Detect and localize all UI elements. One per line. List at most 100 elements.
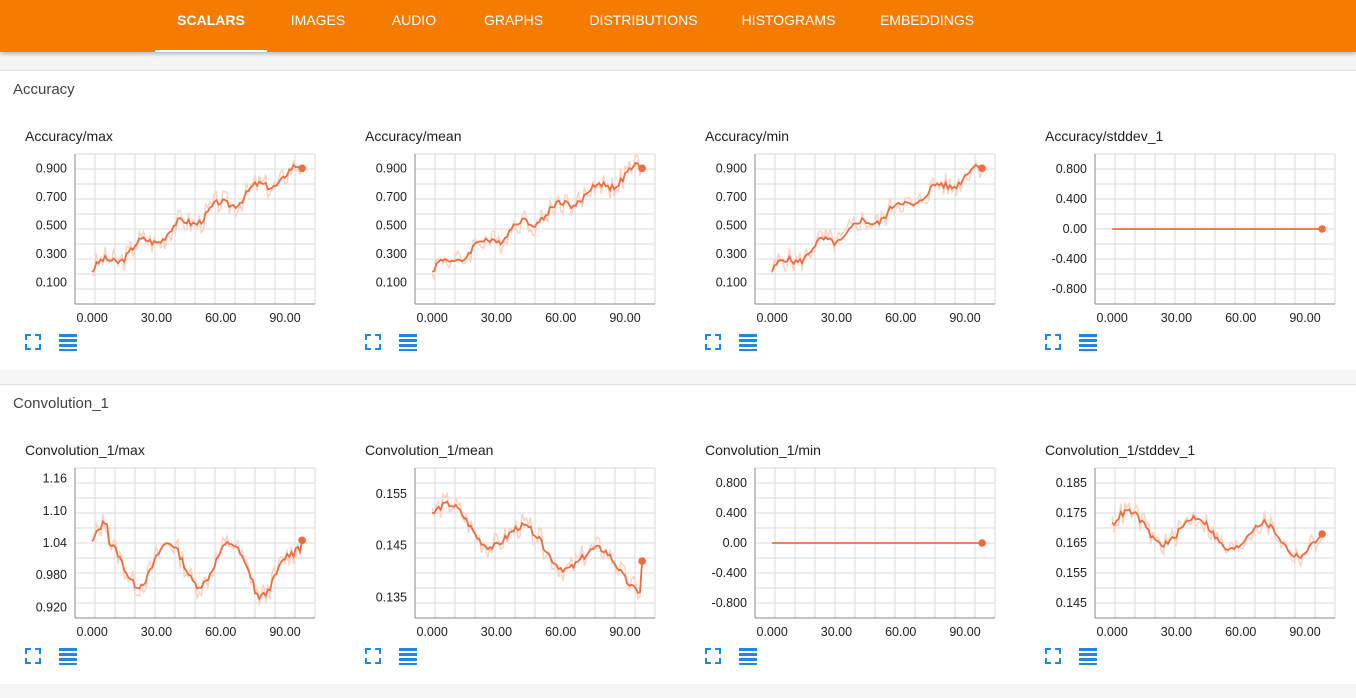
last-point-marker (978, 164, 986, 173)
y-tick-label: -0.800 (712, 596, 747, 610)
tab-images[interactable]: IMAGES (268, 0, 368, 52)
fullscreen-icon[interactable] (1043, 332, 1063, 352)
x-tick-label: 30.00 (141, 625, 172, 639)
list-icon[interactable] (737, 332, 759, 352)
list-icon[interactable] (57, 332, 79, 352)
y-tick-label: 1.10 (43, 504, 67, 518)
x-tick-label: 90.00 (949, 311, 980, 325)
x-tick-label: 0.000 (417, 311, 448, 325)
fullscreen-icon[interactable] (23, 332, 43, 352)
list-icon[interactable] (1077, 332, 1099, 352)
list-icon[interactable] (737, 646, 759, 666)
tab-active-indicator (155, 50, 267, 52)
y-tick-label: 0.100 (36, 276, 67, 290)
y-tick-label: 0.155 (376, 487, 407, 501)
x-tick-label: 90.00 (609, 625, 640, 639)
x-tick-label: 30.00 (481, 311, 512, 325)
scalar-chart[interactable]: 0.155 0.145 0.135 0.000 30.00 60.00 90.00 (340, 460, 670, 650)
y-tick-label: 0.300 (376, 247, 407, 261)
fullscreen-icon[interactable] (1043, 646, 1063, 666)
last-point-marker (638, 557, 646, 565)
chart-title: Convolution_1/mean (365, 442, 494, 458)
series-line-smoothed (91, 163, 303, 273)
x-tick-label: 60.00 (885, 625, 916, 639)
chart-card: Convolution_1/stddev_1 0.185 0.175 0.165 0.1… (1020, 422, 1350, 672)
x-tick-label: 60.00 (545, 311, 576, 325)
x-tick-label: 30.00 (141, 311, 172, 325)
tab-label: SCALARS (177, 12, 245, 28)
scalar-chart[interactable]: 0.900 0.700 0.500 0.300 0.100 0.000 30.00 60.00… (0, 146, 330, 336)
y-tick-label: 0.00 (723, 536, 747, 550)
chart-title: Convolution_1/stddev_1 (1045, 442, 1196, 458)
fullscreen-icon[interactable] (363, 646, 383, 666)
tab-label: EMBEDDINGS (879, 12, 975, 28)
tab-audio[interactable]: AUDIO (368, 0, 460, 52)
y-tick-label: 0.185 (1056, 476, 1087, 490)
x-tick-label: 0.000 (1097, 311, 1128, 325)
y-tick-label: 0.155 (1056, 566, 1087, 580)
last-point-marker (298, 164, 306, 173)
y-tick-label: 0.300 (716, 247, 747, 261)
list-icon[interactable] (397, 332, 419, 352)
tab-label: DISTRIBUTIONS (589, 12, 698, 28)
tab-graphs[interactable]: GRAPHS (460, 0, 567, 52)
fullscreen-icon[interactable] (363, 332, 383, 352)
top-nav-bar: SCALARS IMAGES AUDIO GRAPHS DISTRIBUTIONS HIS… (0, 0, 1356, 52)
y-tick-label: 0.800 (716, 476, 747, 490)
list-icon[interactable] (1077, 646, 1099, 666)
scalar-chart[interactable]: 0.185 0.175 0.165 0.155 0.145 0.000 30.00 60.00… (1020, 460, 1350, 650)
series-line-raw (91, 160, 303, 277)
x-tick-label: 90.00 (609, 311, 640, 325)
list-icon[interactable] (397, 646, 419, 666)
y-tick-label: 0.700 (716, 190, 747, 204)
series-line-smoothed (432, 500, 643, 594)
y-tick-label: 0.700 (36, 190, 67, 204)
fullscreen-icon[interactable] (703, 646, 723, 666)
y-tick-label: -0.800 (1052, 282, 1087, 296)
tab-label: AUDIO (391, 12, 437, 28)
section-header-convolution_1[interactable]: Convolution_1 (0, 384, 1356, 424)
y-tick-label: -0.400 (1052, 252, 1087, 266)
y-tick-label: 0.00 (1063, 222, 1087, 236)
last-point-marker (638, 164, 646, 173)
tab-scalars[interactable]: SCALARS (155, 0, 267, 52)
scalar-chart[interactable]: 0.900 0.700 0.500 0.300 0.100 0.000 30.00 60.00… (340, 146, 670, 336)
y-tick-label: 0.500 (716, 218, 747, 232)
x-tick-label: 60.00 (545, 625, 576, 639)
list-icon[interactable] (57, 646, 79, 666)
tab-embeddings[interactable]: EMBEDDINGS (857, 0, 997, 52)
y-tick-label: 0.300 (36, 247, 67, 261)
section-body: Accuracy/max 0.900 0.700 0.500 0.300 0.100 0.0… (0, 108, 1356, 370)
fullscreen-icon[interactable] (23, 646, 43, 666)
fullscreen-icon[interactable] (703, 332, 723, 352)
last-point-marker (298, 536, 306, 545)
series-line-smoothed (91, 519, 303, 601)
scalar-chart[interactable]: 0.800 0.400 0.00 -0.400 -0.800 0.000 30.00 60.0… (680, 460, 1010, 650)
x-tick-label: 30.00 (1161, 625, 1192, 639)
scalar-chart[interactable]: 0.900 0.700 0.500 0.300 0.100 0.000 30.00 60.00… (680, 146, 1010, 336)
tab-distributions[interactable]: DISTRIBUTIONS (567, 0, 720, 52)
chart-title: Accuracy/mean (365, 128, 462, 144)
section-title: Convolution_1 (13, 395, 109, 412)
chart-card: Convolution_1/mean 0.155 0.145 0.135 0.000 30… (340, 422, 670, 672)
x-tick-label: 90.00 (1289, 311, 1320, 325)
x-tick-label: 0.000 (757, 311, 788, 325)
scalar-chart[interactable]: 1.16 1.10 1.04 0.980 0.920 0.000 30.00 60.00 90.… (0, 460, 330, 650)
series-line-smoothed (431, 161, 643, 273)
y-tick-label: 1.04 (43, 536, 67, 550)
x-tick-label: 90.00 (1289, 625, 1320, 639)
section-header-accuracy[interactable]: Accuracy (0, 70, 1356, 110)
section-title: Accuracy (13, 81, 75, 98)
x-tick-label: 0.000 (417, 625, 448, 639)
x-tick-label: 90.00 (269, 625, 300, 639)
tab-label: IMAGES (290, 12, 346, 28)
x-tick-label: 0.000 (757, 625, 788, 639)
y-tick-label: 0.500 (376, 218, 407, 232)
y-tick-label: 0.900 (716, 161, 747, 175)
x-tick-label: 30.00 (821, 311, 852, 325)
scalar-chart[interactable]: 0.800 0.400 0.00 -0.400 -0.800 0.000 30.00 60.0… (1020, 146, 1350, 336)
x-tick-label: 60.00 (205, 311, 236, 325)
tab-histograms[interactable]: HISTOGRAMS (720, 0, 857, 52)
x-tick-label: 30.00 (1161, 311, 1192, 325)
y-tick-label: 1.16 (43, 472, 67, 486)
